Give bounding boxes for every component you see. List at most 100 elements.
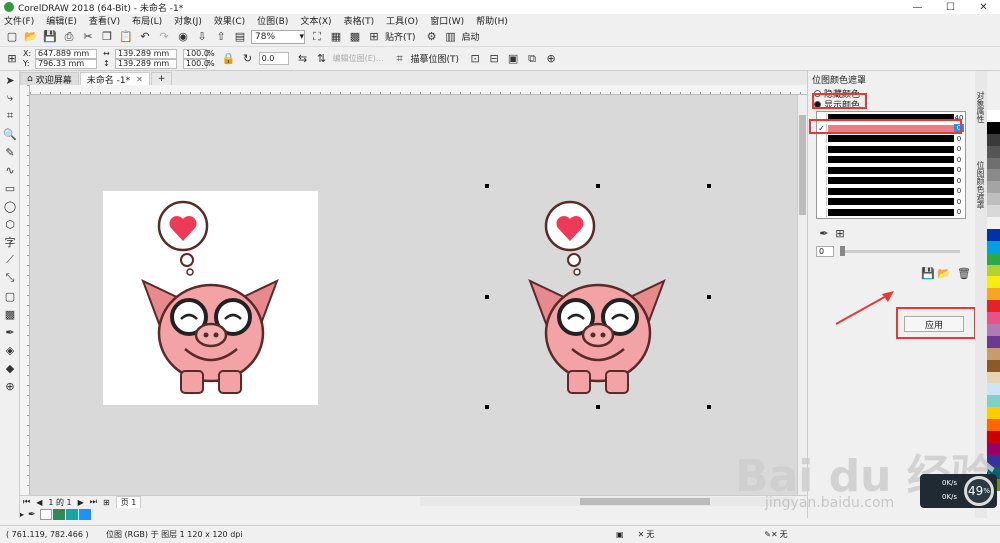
horizontal-ruler[interactable] bbox=[30, 85, 807, 95]
menu-view[interactable]: 查看(V) bbox=[89, 14, 120, 27]
scale-width-field[interactable]: 100.0 bbox=[183, 48, 209, 59]
guidelines-icon[interactable]: ⊞ bbox=[366, 29, 382, 45]
resample-icon[interactable]: ⊟ bbox=[486, 51, 502, 67]
new-tab-button[interactable]: + bbox=[150, 72, 173, 85]
palette-swatch[interactable] bbox=[987, 347, 1000, 360]
trace-bitmap-dropdown[interactable]: 描摹位图(T) bbox=[411, 52, 460, 65]
palette-swatch[interactable] bbox=[987, 110, 1000, 122]
mask-color-row[interactable]: 0 bbox=[817, 207, 965, 217]
lock-ratio-icon[interactable]: 🔒 bbox=[221, 51, 237, 67]
palette-swatch[interactable] bbox=[987, 383, 1000, 396]
swatch-none[interactable] bbox=[39, 509, 52, 520]
mirror-horizontal-icon[interactable]: ⇆ bbox=[295, 51, 311, 67]
selection-handle-ml[interactable] bbox=[485, 295, 489, 299]
scroll-thumb[interactable] bbox=[799, 115, 806, 215]
mask-color-swatch[interactable] bbox=[828, 198, 954, 205]
shape-tool-icon[interactable]: ⤷ bbox=[0, 89, 20, 107]
width-field[interactable]: 139.289 mm bbox=[115, 48, 177, 59]
text-tool-icon[interactable]: 字 bbox=[0, 233, 20, 251]
add-page-icon[interactable]: ⊞ bbox=[103, 498, 110, 507]
palette-swatch[interactable] bbox=[987, 276, 1000, 289]
menu-effects[interactable]: 效果(C) bbox=[214, 14, 245, 27]
zoom-tool-icon[interactable]: 🔍 bbox=[0, 125, 20, 143]
palette-swatch[interactable] bbox=[987, 240, 1000, 253]
search-content-icon[interactable]: ◉ bbox=[175, 29, 191, 45]
x-position-field[interactable]: 647.889 mm bbox=[35, 48, 97, 59]
selection-handle-bl[interactable] bbox=[485, 405, 489, 409]
menu-tools[interactable]: 工具(O) bbox=[386, 14, 418, 27]
rotation-field[interactable]: 0.0 bbox=[258, 52, 289, 65]
parallel-dimension-tool-icon[interactable]: ⟋ bbox=[0, 251, 20, 269]
palette-arrow-icon[interactable]: ▸ bbox=[20, 510, 24, 519]
undo-icon[interactable]: ↶ bbox=[137, 29, 153, 45]
tab-bitmap-color-mask[interactable]: 位图颜色遮罩 bbox=[975, 161, 986, 209]
crop-bitmap-icon[interactable]: ⊡ bbox=[467, 51, 483, 67]
palette-swatch[interactable] bbox=[987, 419, 1000, 432]
menu-help[interactable]: 帮助(H) bbox=[476, 14, 508, 27]
outline-pen-icon[interactable]: ✎✕ bbox=[764, 530, 777, 539]
mask-color-swatch[interactable] bbox=[828, 166, 954, 174]
bitmap-color-mask-icon[interactable]: ▣ bbox=[505, 51, 521, 67]
prev-page-icon[interactable]: ◀ bbox=[36, 498, 42, 507]
height-field[interactable]: 139.289 mm bbox=[115, 58, 177, 69]
menu-bitmaps[interactable]: 位图(B) bbox=[257, 14, 288, 27]
mask-color-checkbox[interactable] bbox=[817, 165, 827, 175]
mask-color-row[interactable]: 0 bbox=[817, 144, 965, 154]
menu-layout[interactable]: 布局(L) bbox=[132, 14, 162, 27]
drop-shadow-tool-icon[interactable]: ▢ bbox=[0, 287, 20, 305]
scale-height-field[interactable]: 100.0 bbox=[183, 58, 209, 69]
add-icon[interactable]: ⊕ bbox=[543, 51, 559, 67]
rectangle-tool-icon[interactable]: ▭ bbox=[0, 179, 20, 197]
mask-color-row[interactable]: 0 bbox=[817, 134, 965, 143]
mask-color-row[interactable]: 0 bbox=[817, 186, 965, 196]
edit-color-icon[interactable]: ⊞ bbox=[832, 225, 848, 241]
menu-table[interactable]: 表格(T) bbox=[344, 14, 375, 27]
interactive-fill-tool-icon[interactable]: ◈ bbox=[0, 341, 20, 359]
palette-swatch[interactable] bbox=[987, 300, 1000, 313]
copy-icon[interactable]: ❐ bbox=[99, 29, 115, 45]
menu-object[interactable]: 对象(J) bbox=[174, 14, 202, 27]
palette-swatch[interactable] bbox=[987, 121, 1000, 134]
eyedropper-icon[interactable]: ✒ bbox=[28, 510, 36, 520]
add-tool-icon[interactable]: ⊕ bbox=[0, 377, 20, 395]
scroll-thumb[interactable] bbox=[580, 498, 710, 505]
menu-text[interactable]: 文本(X) bbox=[300, 14, 331, 27]
delete-mask-icon[interactable]: 🗑 bbox=[956, 265, 972, 281]
mask-color-row[interactable]: 0 bbox=[817, 155, 965, 164]
transparency-tool-icon[interactable]: ▩ bbox=[0, 305, 20, 323]
palette-swatch[interactable] bbox=[987, 407, 1000, 420]
cut-icon[interactable]: ✂ bbox=[80, 29, 96, 45]
palette-swatch[interactable] bbox=[987, 252, 1000, 265]
drawing-canvas[interactable] bbox=[30, 95, 797, 495]
grid-icon[interactable]: ▩ bbox=[347, 29, 363, 45]
mask-color-swatch[interactable] bbox=[828, 156, 954, 163]
break-link-icon[interactable]: ⧉ bbox=[524, 51, 540, 67]
color-proof-icon[interactable]: ▣ bbox=[616, 530, 624, 539]
swatch-blue[interactable] bbox=[78, 509, 91, 520]
first-page-icon[interactable]: ⏮ bbox=[23, 497, 30, 507]
export-icon[interactable]: ⇧ bbox=[213, 29, 229, 45]
smart-fill-tool-icon[interactable]: ◆ bbox=[0, 359, 20, 377]
connector-tool-icon[interactable]: ⤡ bbox=[0, 269, 20, 287]
vertical-scrollbar[interactable] bbox=[797, 95, 807, 495]
open-icon[interactable]: 📂 bbox=[23, 29, 39, 45]
palette-swatch[interactable] bbox=[987, 157, 1000, 170]
tab-untitled-1[interactable]: 未命名 -1* ✕ bbox=[79, 72, 150, 86]
publish-pdf-icon[interactable]: ▤ bbox=[232, 29, 248, 45]
mask-color-checkbox[interactable] bbox=[817, 134, 827, 143]
trace-bitmap-icon[interactable]: ⌗ bbox=[392, 51, 408, 67]
palette-swatch[interactable] bbox=[987, 133, 1000, 146]
mask-color-swatch[interactable] bbox=[828, 208, 954, 216]
rulers-icon[interactable]: ▦ bbox=[328, 29, 344, 45]
selection-handle-tm[interactable] bbox=[596, 184, 600, 188]
palette-swatch[interactable] bbox=[987, 335, 1000, 348]
minimize-button[interactable]: — bbox=[901, 0, 934, 14]
mask-color-checkbox[interactable] bbox=[817, 207, 827, 217]
launch-icon[interactable]: ▥ bbox=[443, 29, 459, 45]
close-button[interactable]: ✕ bbox=[967, 0, 1000, 14]
import-icon[interactable]: ⇩ bbox=[194, 29, 210, 45]
mirror-vertical-icon[interactable]: ⇅ bbox=[314, 51, 330, 67]
selection-handle-tr[interactable] bbox=[707, 184, 711, 188]
close-tab-icon[interactable]: ✕ bbox=[136, 75, 143, 84]
redo-icon[interactable]: ↷ bbox=[156, 29, 172, 45]
